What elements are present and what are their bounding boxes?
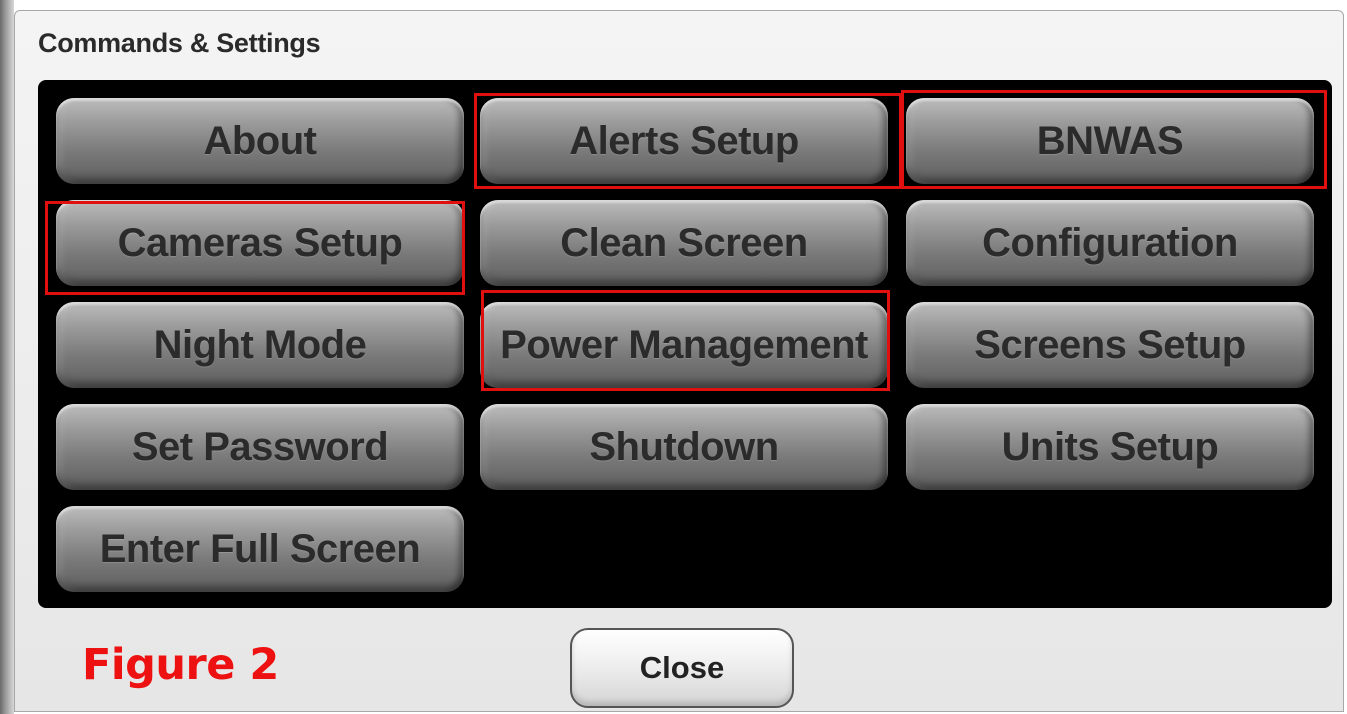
figure-label: Figure 2: [82, 640, 279, 690]
dialog-title: Commands & Settings: [38, 28, 321, 58]
screens-setup-button[interactable]: Screens Setup: [906, 302, 1314, 388]
cameras-setup-button[interactable]: Cameras Setup: [56, 200, 464, 286]
close-button[interactable]: Close: [570, 628, 794, 708]
shutdown-button[interactable]: Shutdown: [480, 404, 888, 490]
night-mode-button[interactable]: Night Mode: [56, 302, 464, 388]
configuration-button[interactable]: Configuration: [906, 200, 1314, 286]
power-management-button[interactable]: Power Management: [480, 302, 888, 388]
enter-full-screen-button[interactable]: Enter Full Screen: [56, 506, 464, 592]
units-setup-button[interactable]: Units Setup: [906, 404, 1314, 490]
set-password-button[interactable]: Set Password: [56, 404, 464, 490]
window-edge: [0, 0, 14, 714]
alerts-setup-button[interactable]: Alerts Setup: [480, 98, 888, 184]
about-button[interactable]: About: [56, 98, 464, 184]
bnwas-button[interactable]: BNWAS: [906, 98, 1314, 184]
clean-screen-button[interactable]: Clean Screen: [480, 200, 888, 286]
